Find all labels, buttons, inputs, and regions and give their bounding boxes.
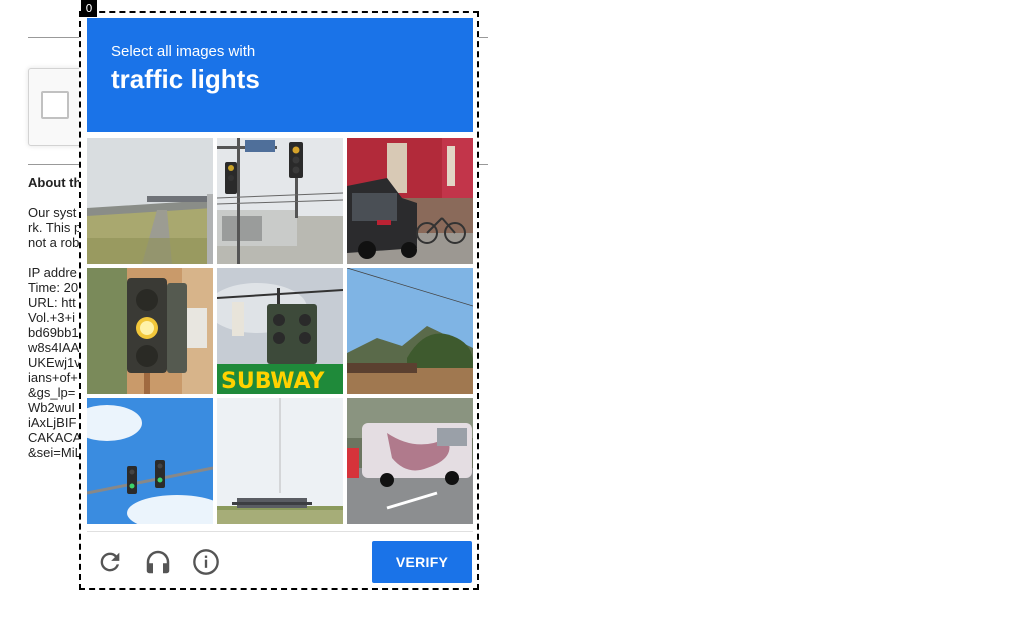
recaptcha-checkbox[interactable] (41, 91, 69, 119)
subway-sign-text: SUBWAY (221, 369, 325, 394)
footer-divider (87, 531, 473, 532)
info-icon[interactable] (190, 546, 222, 578)
image-tile-5[interactable]: SUBWAY (217, 268, 343, 394)
reload-icon[interactable] (94, 546, 126, 578)
image-tile-1[interactable] (87, 138, 213, 264)
image-tile-4[interactable] (87, 268, 213, 394)
verify-button[interactable]: VERIFY (372, 541, 472, 583)
image-tile-3[interactable] (347, 138, 473, 264)
image-tile-6[interactable] (347, 268, 473, 394)
instruction-text: Select all images with (111, 43, 256, 60)
element-counter-badge: 0 (81, 0, 97, 17)
headphones-icon[interactable] (142, 546, 174, 578)
image-tile-7[interactable] (87, 398, 213, 524)
image-grid: SUBWAY (87, 138, 473, 524)
about-heading: About th (28, 175, 82, 190)
image-tile-2[interactable] (217, 138, 343, 264)
target-object-text: traffic lights (111, 64, 260, 94)
image-tile-9[interactable] (347, 398, 473, 524)
challenge-header: Select all images with traffic lights (87, 18, 473, 132)
image-tile-8[interactable] (217, 398, 343, 524)
